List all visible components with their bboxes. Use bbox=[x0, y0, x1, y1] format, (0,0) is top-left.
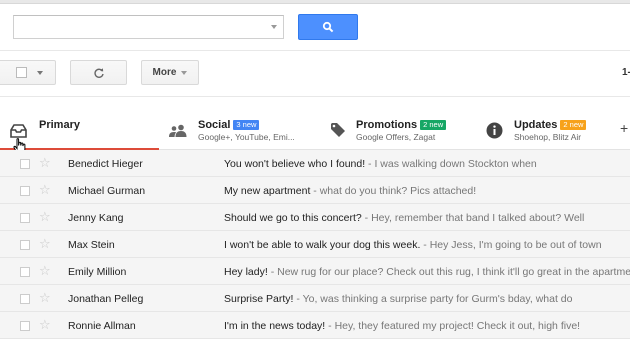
email-snippet: - New rug for our place? Check out this … bbox=[267, 266, 630, 278]
email-subject-line: Should we go to this concert? - Hey, rem… bbox=[224, 212, 630, 224]
chevron-down-icon bbox=[181, 70, 188, 75]
inbox-icon bbox=[10, 124, 27, 138]
email-subject: I won't be able to walk your dog this we… bbox=[224, 239, 421, 251]
email-subject: Surprise Party! bbox=[224, 293, 294, 305]
email-subject-line: You won't believe who I found! - I was w… bbox=[224, 158, 630, 170]
search-options-caret-icon[interactable] bbox=[271, 25, 277, 29]
refresh-button[interactable] bbox=[70, 60, 127, 85]
info-icon bbox=[486, 122, 503, 139]
select-checkbox[interactable] bbox=[16, 67, 27, 78]
tab-promotions-name: Promotions bbox=[356, 119, 418, 131]
tab-updates-subtitle: Shoehop, Blitz Air bbox=[514, 132, 582, 142]
chevron-down-icon bbox=[37, 70, 43, 75]
email-snippet: - I was walking down Stockton when bbox=[365, 158, 537, 170]
email-row[interactable]: ☆ Benedict Hieger You won't believe who … bbox=[0, 150, 630, 177]
row-checkbox[interactable] bbox=[20, 294, 30, 304]
add-tab-button[interactable]: + bbox=[620, 120, 628, 136]
tab-social-name: Social bbox=[198, 119, 231, 131]
email-sender: Benedict Hieger bbox=[68, 158, 143, 170]
star-icon[interactable]: ☆ bbox=[39, 183, 51, 196]
email-subject: Hey lady! bbox=[224, 266, 268, 278]
tab-updates[interactable]: Updates 2 new Shoehop, Blitz Air bbox=[480, 112, 610, 150]
star-icon[interactable]: ☆ bbox=[39, 156, 51, 169]
tabs-divider bbox=[0, 96, 630, 97]
email-sender: Jenny Kang bbox=[68, 212, 124, 224]
star-icon[interactable]: ☆ bbox=[39, 264, 51, 277]
tab-promotions[interactable]: Promotions 2 new Google Offers, Zagat bbox=[322, 112, 472, 150]
page-count: 1- bbox=[622, 67, 630, 78]
email-snippet: - Hey, they featured my project! Check i… bbox=[325, 320, 581, 332]
email-subject-line: Hey lady! - New rug for our place? Check… bbox=[224, 266, 630, 278]
search-box[interactable] bbox=[13, 15, 284, 39]
star-icon[interactable]: ☆ bbox=[39, 210, 51, 223]
search-button[interactable] bbox=[298, 14, 358, 40]
star-icon[interactable]: ☆ bbox=[39, 318, 51, 331]
email-row[interactable]: ☆ Ronnie Allman I'm in the news today! -… bbox=[0, 312, 630, 339]
row-checkbox[interactable] bbox=[20, 159, 30, 169]
email-row[interactable]: ☆ Max Stein I won't be able to walk your… bbox=[0, 231, 630, 258]
tab-social[interactable]: Social 3 new Google+, YouTube, Emi... bbox=[160, 112, 320, 150]
email-sender: Jonathan Pelleg bbox=[68, 293, 144, 305]
email-row[interactable]: ☆ Emily Million Hey lady! - New rug for … bbox=[0, 258, 630, 285]
refresh-icon bbox=[93, 67, 104, 78]
tab-updates-badge: 2 new bbox=[560, 120, 587, 130]
select-all-button[interactable] bbox=[0, 60, 56, 85]
email-subject-line: I'm in the news today! - Hey, they featu… bbox=[224, 320, 630, 332]
top-border bbox=[0, 0, 630, 4]
email-sender: Emily Million bbox=[68, 266, 127, 278]
email-snippet: - Yo, was thinking a surprise party for … bbox=[293, 293, 573, 305]
more-button-label: More bbox=[152, 67, 177, 78]
tab-promotions-label: Promotions 2 new bbox=[356, 119, 447, 131]
tab-social-badge: 3 new bbox=[233, 120, 260, 130]
row-checkbox[interactable] bbox=[20, 267, 30, 277]
toolbar-divider bbox=[0, 50, 630, 51]
email-subject-line: I won't be able to walk your dog this we… bbox=[224, 239, 630, 251]
email-subject-line: My new apartment - what do you think? Pi… bbox=[224, 185, 630, 197]
tab-social-label: Social 3 new bbox=[198, 119, 260, 131]
star-icon[interactable]: ☆ bbox=[39, 291, 51, 304]
email-snippet: - Hey, remember that band I talked about… bbox=[361, 212, 585, 224]
email-subject: Should we go to this concert? bbox=[224, 212, 362, 224]
email-subject: My new apartment bbox=[224, 185, 311, 197]
row-checkbox[interactable] bbox=[20, 240, 30, 250]
tab-updates-name: Updates bbox=[514, 119, 558, 131]
row-checkbox[interactable] bbox=[20, 186, 30, 196]
row-checkbox[interactable] bbox=[20, 213, 30, 223]
email-subject: You won't believe who I found! bbox=[224, 158, 366, 170]
tag-icon bbox=[331, 123, 345, 137]
people-icon bbox=[169, 124, 187, 137]
tab-promotions-badge: 2 new bbox=[420, 120, 447, 130]
email-sender: Michael Gurman bbox=[68, 185, 146, 197]
email-sender: Ronnie Allman bbox=[68, 320, 136, 332]
email-snippet: - Hey Jess, I'm going to be out of town bbox=[420, 239, 602, 251]
tab-updates-label: Updates 2 new bbox=[514, 119, 587, 131]
tab-primary-label: Primary bbox=[39, 119, 80, 131]
email-snippet: - what do you think? Pics attached! bbox=[310, 185, 477, 197]
email-row[interactable]: ☆ Jonathan Pelleg Surprise Party! - Yo, … bbox=[0, 285, 630, 312]
row-checkbox[interactable] bbox=[20, 321, 30, 331]
email-subject-line: Surprise Party! - Yo, was thinking a sur… bbox=[224, 293, 630, 305]
tab-promotions-subtitle: Google Offers, Zagat bbox=[356, 132, 436, 142]
email-row[interactable]: ☆ Michael Gurman My new apartment - what… bbox=[0, 177, 630, 204]
category-tabs: Primary Social 3 new Google+, YouTube, Em… bbox=[0, 112, 630, 151]
tab-social-subtitle: Google+, YouTube, Emi... bbox=[198, 132, 295, 142]
search-icon bbox=[322, 21, 334, 33]
search-input[interactable] bbox=[14, 16, 264, 38]
email-row[interactable]: ☆ Jenny Kang Should we go to this concer… bbox=[0, 204, 630, 231]
more-button[interactable]: More bbox=[141, 60, 199, 85]
email-sender: Max Stein bbox=[68, 239, 115, 251]
email-subject: I'm in the news today! bbox=[224, 320, 326, 332]
star-icon[interactable]: ☆ bbox=[39, 237, 51, 250]
